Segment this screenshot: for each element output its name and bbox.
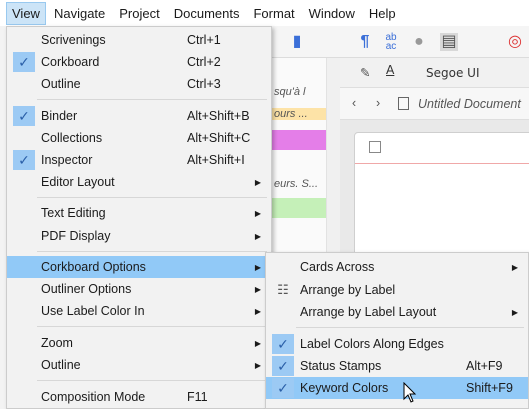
submenu-arrow-icon: ▶ <box>254 231 261 241</box>
menu-documents[interactable]: Documents <box>168 2 246 25</box>
submenu-arrow-icon: ▶ <box>511 307 518 317</box>
menu-separator <box>296 327 524 328</box>
menu-item-outliner-options[interactable]: Outliner Options ▶ <box>7 278 271 300</box>
typewriter-icon[interactable]: ▤ <box>440 33 458 51</box>
main-toolbar: ▮ ¶ ab ac ● ▤ ◎ <box>270 26 529 58</box>
menu-project[interactable]: Project <box>113 2 165 25</box>
menu-item-binder[interactable]: ✓ Binder Alt+Shift+B <box>7 105 271 127</box>
spellcheck-icon[interactable]: ab ac <box>382 33 400 52</box>
menu-item-pdf-display[interactable]: PDF Display ▶ <box>7 225 271 247</box>
menu-item-scrivenings[interactable]: Scrivenings Ctrl+1 <box>7 29 271 51</box>
menu-item-corkboard-options[interactable]: Corkboard Options ▶ <box>7 256 271 278</box>
menu-item-label-colors-along-edges[interactable]: ✓ Label Colors Along Edges <box>266 333 528 355</box>
menu-item-editor-layout[interactable]: Editor Layout ▶ <box>7 171 271 193</box>
menu-separator <box>37 251 267 252</box>
editor-nav-bar: ‹ › Untitled Document <box>340 88 529 120</box>
menu-bar: View Navigate Project Documents Format W… <box>0 0 529 26</box>
menu-help[interactable]: Help <box>363 2 402 25</box>
menu-item-cards-across[interactable]: Cards Across ▶ <box>266 256 528 278</box>
mouse-cursor-icon <box>403 382 417 403</box>
format-bar: ✎ A Segoe UI <box>340 58 529 88</box>
menu-navigate[interactable]: Navigate <box>48 2 111 25</box>
card-rule <box>355 163 529 164</box>
menu-separator <box>37 197 267 198</box>
binder-row[interactable] <box>270 130 326 150</box>
menu-window[interactable]: Window <box>303 2 361 25</box>
submenu-arrow-icon: ▶ <box>254 262 261 272</box>
menu-item-inspector[interactable]: ✓ Inspector Alt+Shift+I <box>7 149 271 171</box>
submenu-arrow-icon: ▶ <box>254 338 261 348</box>
notebook-icon[interactable]: ▮ <box>288 33 306 51</box>
document-icon <box>398 97 409 110</box>
menu-item-collections[interactable]: Collections Alt+Shift+C <box>7 127 271 149</box>
menu-item-corkboard[interactable]: ✓ Corkboard Ctrl+2 <box>7 51 271 73</box>
binder-row[interactable]: eurs. S... <box>270 178 326 190</box>
binder-row[interactable]: squ'à l <box>270 86 326 98</box>
checkmark-icon: ✓ <box>272 334 294 354</box>
menu-separator <box>37 326 267 327</box>
menu-item-use-label-color-in[interactable]: Use Label Color In ▶ <box>7 300 271 322</box>
menu-item-arrange-by-label-layout[interactable]: Arrange by Label Layout ▶ <box>266 301 528 323</box>
view-menu: Scrivenings Ctrl+1 ✓ Corkboard Ctrl+2 Ou… <box>6 26 272 409</box>
menu-separator <box>37 99 267 100</box>
menu-item-text-editing[interactable]: Text Editing ▶ <box>7 202 271 224</box>
submenu-arrow-icon: ▶ <box>254 306 261 316</box>
highlighter-icon[interactable]: ✎ <box>360 65 370 80</box>
menu-format[interactable]: Format <box>247 2 300 25</box>
checkmark-icon: ✓ <box>272 356 294 376</box>
binder-row[interactable] <box>270 198 326 218</box>
checkmark-icon: ✓ <box>13 52 35 72</box>
submenu-arrow-icon: ▶ <box>254 208 261 218</box>
pilcrow-icon[interactable]: ¶ <box>356 33 374 51</box>
document-title[interactable]: Untitled Document <box>418 97 521 111</box>
arrange-icon: ☷ <box>277 282 289 297</box>
submenu-arrow-icon: ▶ <box>254 284 261 294</box>
menu-item-keyword-colors[interactable]: ✓ Keyword Colors Shift+F9 <box>266 377 528 399</box>
font-family-selector[interactable]: Segoe UI <box>426 66 479 80</box>
submenu-arrow-icon: ▶ <box>254 177 261 187</box>
card-checkbox[interactable] <box>369 141 381 153</box>
menu-item-status-stamps[interactable]: ✓ Status Stamps Alt+F9 <box>266 355 528 377</box>
binder-row[interactable]: ours ... <box>270 108 326 120</box>
menu-separator <box>37 380 267 381</box>
target-icon[interactable]: ◎ <box>506 33 524 51</box>
menu-view[interactable]: View <box>6 1 46 25</box>
checkmark-icon: ✓ <box>13 150 35 170</box>
menu-item-arrange-by-label[interactable]: ☷ Arrange by Label <box>266 279 528 301</box>
submenu-arrow-icon: ▶ <box>254 360 261 370</box>
corkboard-options-submenu: Cards Across ▶ ☷ Arrange by Label Arrang… <box>265 252 529 409</box>
submenu-arrow-icon: ▶ <box>511 262 518 272</box>
checkmark-icon: ✓ <box>13 106 35 126</box>
menu-item-composition-mode[interactable]: Composition Mode F11 <box>7 386 271 408</box>
text-color-icon[interactable]: A <box>386 63 394 77</box>
menu-item-outline-submenu[interactable]: Outline ▶ <box>7 354 271 376</box>
menu-item-zoom[interactable]: Zoom ▶ <box>7 332 271 354</box>
forward-arrow-icon[interactable]: › <box>376 96 380 110</box>
microphone-icon[interactable]: ● <box>410 33 428 51</box>
back-arrow-icon[interactable]: ‹ <box>352 96 356 110</box>
menu-item-outline-view[interactable]: Outline Ctrl+3 <box>7 73 271 95</box>
checkmark-icon: ✓ <box>272 378 294 398</box>
